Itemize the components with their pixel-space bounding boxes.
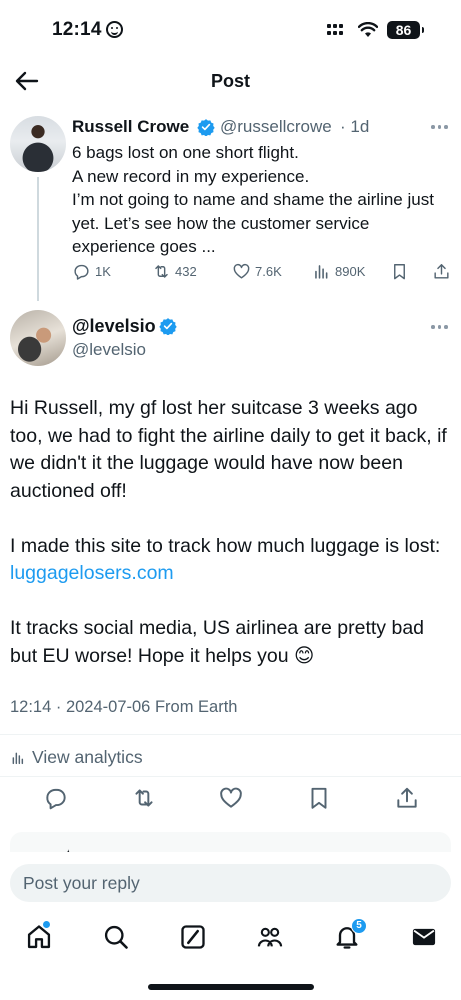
post-time: · 1d [340, 117, 370, 136]
luggagelosers-link[interactable]: luggagelosers.com [10, 562, 174, 584]
home-indicator [148, 984, 314, 990]
view-analytics-label: View analytics [32, 747, 143, 767]
analytics-icon [12, 752, 24, 764]
notifications-badge: 5 [351, 918, 367, 934]
bottom-tab-bar [0, 915, 461, 965]
thread-line [37, 177, 39, 301]
search-icon[interactable] [102, 923, 130, 951]
repost-count: 432 [175, 264, 197, 279]
post-paragraph: I made this site to track how much lugga… [10, 533, 450, 588]
battery-indicator: 86 [387, 21, 424, 39]
post-timestamp: 12:14 · 2024-07-06 From Earth [10, 698, 238, 716]
share-icon[interactable] [394, 785, 420, 811]
smiley-icon [106, 21, 123, 38]
author-name[interactable]: Russell Crowe [72, 117, 189, 137]
author-handle[interactable]: @russellcrowe [220, 117, 332, 137]
post-actions: 1K 432 7.6K 890K [72, 262, 452, 286]
messages-icon[interactable] [410, 923, 438, 951]
reply-icon[interactable] [43, 785, 69, 811]
repost-button[interactable]: 432 [152, 262, 197, 281]
main-post-text: Hi Russell, my gf lost her suitcase 3 we… [10, 395, 450, 698]
divider [0, 734, 461, 735]
divider [0, 776, 461, 777]
verified-badge-icon [197, 119, 215, 136]
status-bar: 12:14 86 [0, 0, 461, 58]
more-dot-icon [431, 125, 435, 129]
main-post-actions [0, 785, 461, 815]
bookmark-icon [394, 264, 405, 280]
share-button[interactable] [432, 262, 451, 281]
post-paragraph: Hi Russell, my gf lost her suitcase 3 we… [10, 397, 447, 502]
bookmark-icon[interactable] [306, 785, 332, 811]
reply-icon [74, 264, 89, 280]
avatar-russellcrowe[interactable] [10, 116, 66, 172]
post-paragraph: It tracks social media, US airlinea are … [10, 617, 425, 667]
more-dot-icon [431, 325, 435, 329]
grok-icon[interactable] [179, 923, 207, 951]
signal-icon [327, 24, 343, 36]
more-options-button[interactable] [431, 323, 453, 331]
repost-icon [155, 265, 168, 278]
reply-count: 1K [95, 264, 111, 279]
views-button[interactable]: 890K [312, 262, 365, 281]
like-count: 7.6K [255, 264, 282, 279]
more-options-button[interactable] [431, 123, 453, 131]
share-icon [434, 264, 449, 279]
page-header: Post [0, 58, 461, 104]
wifi-icon [358, 22, 378, 37]
like-button[interactable]: 7.6K [232, 262, 282, 281]
heart-icon [233, 263, 250, 279]
heart-icon[interactable] [218, 785, 244, 811]
view-analytics-button[interactable]: View analytics [10, 747, 143, 768]
status-time: 12:14 [52, 19, 102, 40]
post-text-prefix: I made this site to track how much lugga… [10, 534, 441, 557]
post-text: 6 bags lost on one short flight. A new r… [72, 143, 434, 256]
home-unread-dot [43, 921, 50, 928]
bookmark-button[interactable] [390, 262, 409, 281]
author-handle[interactable]: @levelsio [72, 340, 146, 360]
analytics-icon [315, 265, 328, 279]
view-count: 890K [335, 264, 366, 279]
verified-badge-icon [159, 318, 177, 335]
reply-bar: Post your reply [0, 852, 461, 912]
home-icon[interactable] [25, 923, 53, 951]
reply-input[interactable]: Post your reply [10, 864, 451, 902]
avatar-levelsio[interactable] [10, 310, 66, 366]
author-name[interactable]: @levelsio [72, 316, 156, 337]
page-title: Post [210, 71, 250, 91]
communities-icon[interactable] [256, 923, 284, 951]
repost-icon[interactable] [131, 785, 157, 811]
reply-button[interactable]: 1K [72, 262, 111, 281]
